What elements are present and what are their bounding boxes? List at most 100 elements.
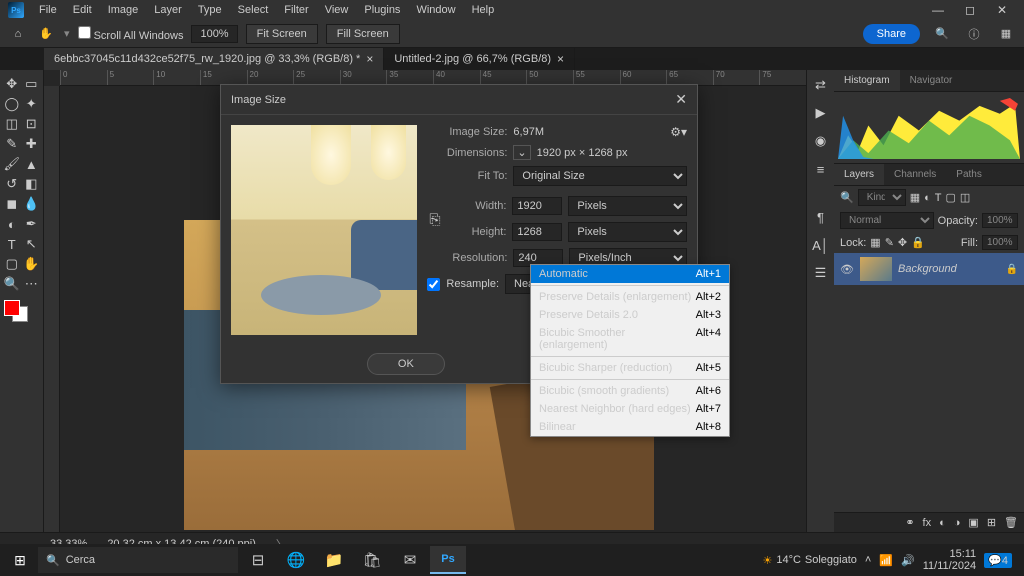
panel-icon[interactable]: ▶ bbox=[812, 104, 830, 122]
filter-icon[interactable]: ◫ bbox=[960, 191, 970, 204]
dropdown-item-preserve-details-2[interactable]: Preserve Details 2.0Alt+3 bbox=[531, 306, 729, 324]
dropdown-item-preserve-details[interactable]: Preserve Details (enlargement)Alt+2 bbox=[531, 288, 729, 306]
panel-icon[interactable]: ≡ bbox=[812, 160, 830, 178]
delete-layer-icon[interactable]: 🗑 bbox=[1004, 516, 1018, 529]
window-close-icon[interactable]: ✕ bbox=[988, 2, 1016, 18]
shape-tool-icon[interactable]: ▢ bbox=[2, 254, 22, 274]
hand-tool-icon[interactable]: ✋ bbox=[22, 254, 42, 274]
window-minimize-icon[interactable]: — bbox=[924, 2, 952, 18]
visibility-icon[interactable]: 👁 bbox=[840, 263, 854, 276]
dimensions-toggle-icon[interactable]: ⌄ bbox=[513, 145, 530, 160]
dropdown-item-automatic[interactable]: AutomaticAlt+1 bbox=[531, 265, 729, 283]
width-unit-select[interactable]: Pixels bbox=[568, 196, 687, 216]
adjustment-icon[interactable]: ◑ bbox=[954, 517, 961, 529]
menu-filter[interactable]: Filter bbox=[277, 2, 315, 18]
fit-screen-button[interactable]: Fit Screen bbox=[246, 24, 318, 44]
taskbar-edge-icon[interactable]: 🌐 bbox=[278, 546, 314, 574]
search-icon[interactable]: 🔍 bbox=[932, 24, 952, 44]
taskbar-mail-icon[interactable]: ✉ bbox=[392, 546, 428, 574]
menu-image[interactable]: Image bbox=[101, 2, 146, 18]
tab-paths[interactable]: Paths bbox=[946, 164, 992, 185]
menu-help[interactable]: Help bbox=[465, 2, 502, 18]
zoom-tool-icon[interactable]: 🔍 bbox=[2, 274, 22, 294]
gear-icon[interactable]: ⚙▾ bbox=[670, 125, 687, 139]
panel-icon[interactable]: A│ bbox=[812, 236, 830, 254]
color-swatches[interactable] bbox=[2, 298, 41, 324]
new-layer-icon[interactable]: ⊞ bbox=[987, 516, 996, 529]
foreground-color[interactable] bbox=[4, 300, 20, 316]
resample-checkbox[interactable] bbox=[427, 278, 440, 291]
dialog-close-icon[interactable]: ✕ bbox=[675, 91, 687, 108]
task-view-icon[interactable]: ⊟ bbox=[240, 546, 276, 574]
menu-layer[interactable]: Layer bbox=[147, 2, 189, 18]
menu-window[interactable]: Window bbox=[409, 2, 462, 18]
menu-plugins[interactable]: Plugins bbox=[357, 2, 407, 18]
tab-navigator[interactable]: Navigator bbox=[900, 70, 963, 91]
window-maximize-icon[interactable]: ◻ bbox=[956, 2, 984, 18]
panel-icon[interactable]: ☰ bbox=[812, 264, 830, 282]
move-tool-icon[interactable]: ✥ bbox=[2, 74, 22, 94]
link-layers-icon[interactable]: ⚭ bbox=[905, 516, 914, 529]
lock-icon[interactable]: 🔒 bbox=[911, 236, 925, 249]
filter-icon[interactable]: ▢ bbox=[946, 191, 956, 204]
layer-filter-select[interactable]: Kind bbox=[858, 189, 906, 206]
scroll-all-checkbox[interactable]: Scroll All Windows bbox=[78, 26, 184, 42]
menu-type[interactable]: Type bbox=[191, 2, 229, 18]
dropdown-item-bicubic-sharper[interactable]: Bicubic Sharper (reduction)Alt+5 bbox=[531, 359, 729, 377]
share-button[interactable]: Share bbox=[863, 24, 920, 44]
lasso-tool-icon[interactable]: ◯ bbox=[2, 94, 22, 114]
lock-icon[interactable]: ✥ bbox=[898, 236, 907, 249]
help-icon[interactable]: ⓘ bbox=[964, 24, 984, 44]
stamp-tool-icon[interactable]: ▲ bbox=[22, 154, 42, 174]
link-dimensions-icon[interactable]: ⎘ bbox=[427, 211, 442, 228]
tab-channels[interactable]: Channels bbox=[884, 164, 946, 185]
blend-mode-select[interactable]: Normal bbox=[840, 212, 934, 229]
lock-icon[interactable]: ✎ bbox=[885, 236, 894, 249]
width-input[interactable] bbox=[512, 197, 562, 215]
wand-tool-icon[interactable]: ✦ bbox=[22, 94, 42, 114]
group-icon[interactable]: ▣ bbox=[968, 516, 978, 529]
layer-fx-icon[interactable]: fx bbox=[923, 517, 932, 529]
fit-to-select[interactable]: Original Size bbox=[513, 166, 687, 186]
artboard-tool-icon[interactable]: ▭ bbox=[22, 74, 42, 94]
taskbar-photoshop-icon[interactable]: Ps bbox=[430, 546, 466, 574]
history-brush-icon[interactable]: ↺ bbox=[2, 174, 22, 194]
pen-tool-icon[interactable]: ✒ bbox=[22, 214, 42, 234]
panel-icon[interactable]: ⇄ bbox=[812, 76, 830, 94]
dodge-tool-icon[interactable]: ◐ bbox=[2, 214, 22, 234]
taskbar-search[interactable]: 🔍 Cerca bbox=[38, 547, 238, 573]
hand-tool-icon[interactable]: ✋ bbox=[36, 24, 56, 44]
type-tool-icon[interactable]: T bbox=[2, 234, 22, 254]
zoom-value[interactable]: 100% bbox=[191, 25, 237, 43]
tab-layers[interactable]: Layers bbox=[834, 164, 884, 185]
taskbar-explorer-icon[interactable]: 📁 bbox=[316, 546, 352, 574]
height-input[interactable] bbox=[512, 223, 562, 241]
tab-document-1[interactable]: 6ebbc37045c11d432ce52f75_rw_1920.jpg @ 3… bbox=[44, 48, 384, 70]
blur-tool-icon[interactable]: 💧 bbox=[22, 194, 42, 214]
menu-edit[interactable]: Edit bbox=[66, 2, 99, 18]
dropdown-item-bicubic-smoother[interactable]: Bicubic Smoother (enlargement)Alt+4 bbox=[531, 324, 729, 354]
taskbar-weather[interactable]: ☀ 14°C Soleggiato bbox=[762, 554, 856, 567]
filter-icon[interactable]: T bbox=[935, 192, 942, 204]
ok-button[interactable]: OK bbox=[367, 353, 445, 375]
layer-mask-icon[interactable]: ◐ bbox=[939, 517, 946, 529]
start-button[interactable]: ⊞ bbox=[4, 546, 36, 574]
height-unit-select[interactable]: Pixels bbox=[568, 222, 687, 242]
dropdown-item-bicubic[interactable]: Bicubic (smooth gradients)Alt+6 bbox=[531, 382, 729, 400]
opacity-input[interactable] bbox=[982, 213, 1018, 228]
tab-document-2[interactable]: Untitled-2.jpg @ 66,7% (RGB/8) × bbox=[384, 48, 575, 70]
eraser-tool-icon[interactable]: ◧ bbox=[22, 174, 42, 194]
home-icon[interactable]: ⌂ bbox=[8, 24, 28, 44]
menu-select[interactable]: Select bbox=[231, 2, 276, 18]
crop-tool-icon[interactable]: ◫ bbox=[2, 114, 22, 134]
lock-icon[interactable]: ▦ bbox=[870, 236, 880, 249]
notifications-icon[interactable]: 💬4 bbox=[984, 553, 1012, 568]
tab-close-icon[interactable]: × bbox=[557, 52, 564, 66]
path-tool-icon[interactable]: ↖ bbox=[22, 234, 42, 254]
tab-histogram[interactable]: Histogram bbox=[834, 70, 900, 91]
frame-tool-icon[interactable]: ⊡ bbox=[22, 114, 42, 134]
panel-icon[interactable]: ¶ bbox=[812, 208, 830, 226]
more-tools-icon[interactable]: ⋯ bbox=[22, 274, 42, 294]
dropdown-item-bilinear[interactable]: BilinearAlt+8 bbox=[531, 418, 729, 436]
fill-input[interactable] bbox=[982, 235, 1018, 250]
